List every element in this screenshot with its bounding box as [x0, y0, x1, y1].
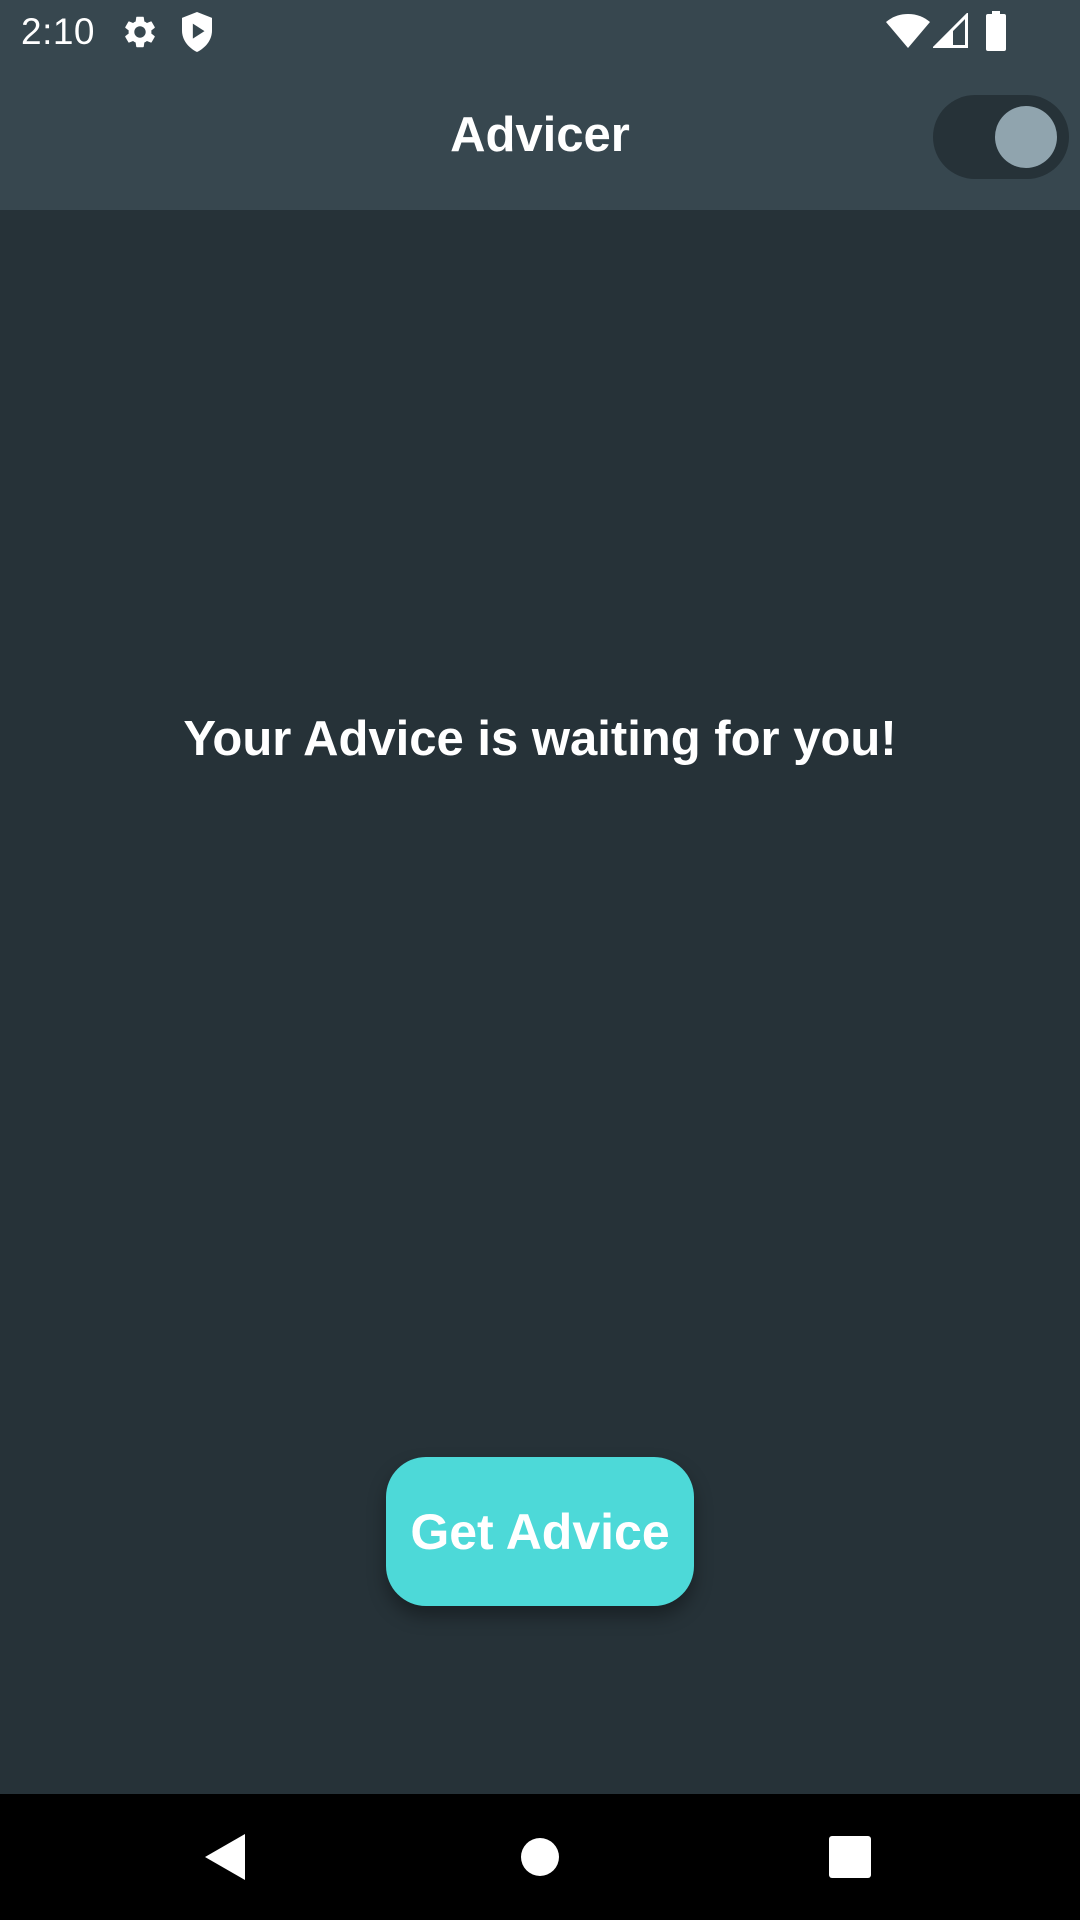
recents-icon[interactable] [817, 1824, 883, 1890]
navigation-bar [0, 1794, 1080, 1920]
gear-icon [125, 16, 155, 48]
advice-text: Your Advice is waiting for you! [183, 712, 897, 766]
app-title: Advicer [450, 108, 630, 162]
shield-play-icon [182, 12, 212, 52]
theme-toggle-switch[interactable] [933, 95, 1069, 179]
home-icon[interactable] [507, 1824, 573, 1890]
back-icon[interactable] [193, 1824, 259, 1890]
main-content: Your Advice is waiting for you! Get Advi… [0, 210, 1080, 1794]
wifi-icon [886, 14, 930, 48]
app-screen: 2:10 Advicer Your Advice is waiting for … [0, 0, 1080, 1920]
get-advice-button[interactable]: Get Advice [386, 1457, 694, 1606]
cell-signal-icon [933, 13, 968, 48]
app-bar: Advicer [0, 63, 1080, 210]
toggle-thumb [995, 106, 1057, 168]
status-bar: 2:10 [0, 0, 1080, 63]
status-time: 2:10 [21, 11, 96, 52]
battery-icon [986, 11, 1006, 51]
